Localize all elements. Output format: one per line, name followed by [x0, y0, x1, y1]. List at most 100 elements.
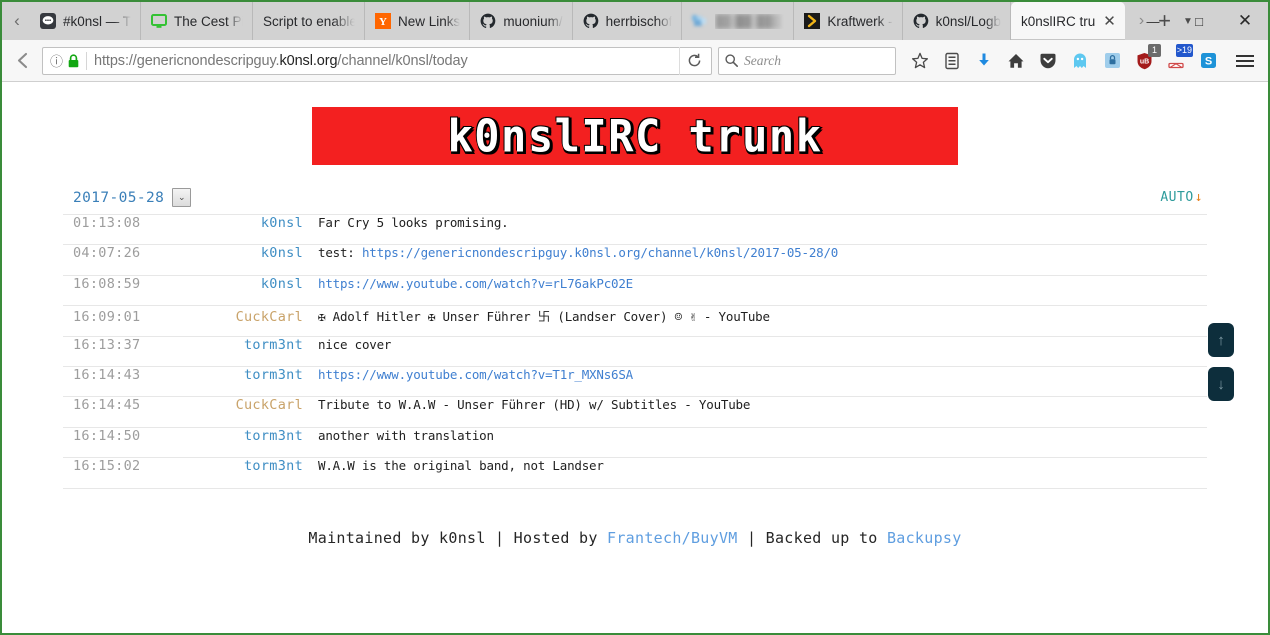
browser-tab-6[interactable]: ███████ [682, 2, 795, 40]
tab-title: The Cest Pi [174, 13, 244, 29]
github-icon [913, 13, 929, 29]
browser-tab-4[interactable]: muonium/ [470, 2, 573, 40]
svg-text:S: S [1204, 55, 1211, 67]
message-body: nice cover [318, 336, 392, 352]
bookmark-star-icon[interactable] [904, 45, 936, 77]
date-selector[interactable]: 2017-05-28 ⌄ [73, 188, 192, 207]
message-nickname[interactable]: CuckCarl [203, 309, 303, 325]
message-timestamp: 16:09:01 [73, 309, 141, 326]
arrow-down-icon: ↓ [1217, 375, 1225, 393]
browser-tab-1[interactable]: The Cest Pi [141, 2, 254, 40]
log-header: 2017-05-28 ⌄ AUTO ↓ [63, 188, 1207, 215]
selected-date[interactable]: 2017-05-28 [73, 190, 164, 206]
tab-title: k0nsl/Logb [935, 13, 1001, 29]
page-footer: Maintained by k0nsl | Hosted by Frantech… [63, 529, 1207, 547]
message-link[interactable]: https://genericnondescripguy.k0nsl.org/c… [362, 245, 838, 260]
browser-tab-9[interactable]: k0nslIRC tru ✕ [1010, 2, 1125, 40]
chat-bubble-icon [40, 13, 56, 29]
log-row: 16:13:37 torm3nt nice cover [63, 337, 1207, 367]
message-timestamp: 04:07:26 [73, 245, 141, 262]
mail-notifier-icon[interactable]: >19 [1160, 43, 1193, 77]
svg-text:uB: uB [1139, 58, 1148, 65]
reader-list-icon[interactable] [936, 45, 968, 77]
tab-scroll-left-button[interactable]: ‹ [4, 2, 30, 40]
message-nickname[interactable]: torm3nt [203, 337, 303, 353]
search-icon [725, 54, 738, 67]
lastpass-icon[interactable] [1096, 45, 1128, 77]
message-link[interactable]: https://www.youtube.com/watch?v=T1r_MXNs… [318, 367, 633, 382]
message-text: Far Cry 5 looks promising. [303, 215, 1207, 230]
browser-window: ‹ #k0nsl — T The Cest Pi Script to enable Y… [0, 0, 1270, 635]
message-timestamp: 16:08:59 [73, 275, 141, 292]
tab-title: ███████ [715, 13, 785, 29]
badge-count: >19 [1175, 43, 1193, 57]
arrow-down-icon: ↓ [1194, 190, 1203, 205]
close-window-button[interactable]: ✕ [1222, 2, 1268, 40]
navigation-toolbar: ⓘ https://genericnondescripguy.k0nsl.org… [2, 40, 1268, 82]
blurred-icon [692, 13, 708, 29]
message-nickname[interactable]: k0nsl [203, 215, 303, 231]
url-bar[interactable]: ⓘ https://genericnondescripguy.k0nsl.org… [42, 46, 712, 75]
message-nickname[interactable]: k0nsl [203, 276, 303, 292]
lock-icon[interactable] [68, 53, 79, 68]
message-text: ✠ Adolf Hitler ✠ Unser Führer 卐 (Landser… [303, 306, 1207, 325]
message-link[interactable]: https://www.youtube.com/watch?v=rL76akPc… [318, 276, 633, 291]
chevron-down-icon[interactable]: ⌄ [172, 188, 192, 207]
minimize-button[interactable]: — [1130, 2, 1176, 40]
browser-tab-0[interactable]: #k0nsl — T [30, 2, 142, 40]
tab-title: k0nslIRC tru [1020, 13, 1096, 29]
scroll-to-bottom-button[interactable]: ↓ [1208, 367, 1234, 401]
auto-scroll-label: AUTO [1160, 190, 1194, 205]
home-icon[interactable] [1000, 45, 1032, 77]
browser-tab-3[interactable]: Y New Links [365, 2, 471, 40]
tab-list: #k0nsl — T The Cest Pi Script to enable Y Ne… [30, 2, 1125, 40]
tab-title: herrbischof [605, 13, 673, 29]
arrow-up-icon: ↑ [1217, 331, 1225, 349]
log-row: 16:14:43 torm3nt https://www.youtube.com/w… [63, 367, 1207, 398]
ghostery-icon[interactable] [1064, 45, 1096, 77]
ublock-origin-icon[interactable]: uB 1 [1128, 43, 1161, 77]
message-timestamp: 16:13:37 [73, 336, 141, 353]
hamburger-menu-icon[interactable] [1228, 45, 1262, 77]
close-icon[interactable]: ✕ [1103, 14, 1116, 29]
svg-text:Y: Y [379, 16, 387, 28]
skype-icon[interactable]: S [1192, 45, 1224, 77]
tab-title: New Links [398, 13, 461, 29]
tab-title: muonium/ [503, 13, 563, 29]
message-nickname[interactable]: torm3nt [203, 458, 303, 474]
pocket-icon[interactable] [1032, 45, 1064, 77]
message-nickname[interactable]: CuckCarl [203, 397, 303, 413]
message-text: another with translation [303, 428, 1207, 443]
browser-tab-2[interactable]: Script to enable [253, 2, 366, 40]
github-icon [583, 13, 599, 29]
auto-scroll-toggle[interactable]: AUTO ↓ [1160, 190, 1203, 205]
message-body: ✠ Adolf Hitler ✠ Unser Führer 卐 (Landser… [318, 309, 770, 325]
kraftwerk-icon [804, 13, 821, 29]
message-body: Tribute to W.A.W - Unser Führer (HD) w/ … [318, 397, 751, 413]
search-bar[interactable]: Search [718, 46, 896, 75]
message-body: Far Cry 5 looks promising. [318, 215, 509, 230]
maximize-button[interactable]: □ [1176, 2, 1222, 40]
browser-tab-8[interactable]: k0nsl/Logb [903, 2, 1011, 40]
toolbar-icon-group: uB 1 >19 S [904, 43, 1224, 77]
reload-button[interactable] [679, 46, 709, 75]
downloads-icon[interactable] [968, 45, 1000, 77]
monitor-icon [151, 13, 168, 29]
log-row: 16:15:02 torm3nt W.A.W is the original ban… [63, 458, 1207, 489]
scroll-to-top-button[interactable]: ↑ [1208, 323, 1234, 357]
search-input[interactable]: Search [744, 53, 781, 69]
site-info-icon[interactable]: ⓘ [50, 51, 63, 70]
message-nickname[interactable]: torm3nt [203, 367, 303, 383]
message-nickname[interactable]: k0nsl [203, 245, 303, 261]
message-text: Tribute to W.A.W - Unser Führer (HD) w/ … [303, 397, 1207, 412]
back-button[interactable] [8, 46, 38, 76]
message-timestamp: 16:15:02 [73, 458, 141, 475]
message-nickname[interactable]: torm3nt [203, 428, 303, 444]
browser-tab-7[interactable]: Kraftwerk - [794, 2, 903, 40]
log-row-list: 01:13:08 k0nsl Far Cry 5 looks promising. 0… [63, 215, 1207, 489]
message-timestamp: 01:13:08 [73, 215, 141, 231]
footer-link-frantech[interactable]: Frantech/BuyVM [607, 529, 738, 547]
log-row: 16:14:45 CuckCarl Tribute to W.A.W - Unser… [63, 397, 1207, 428]
browser-tab-5[interactable]: herrbischof [573, 2, 683, 40]
footer-link-backupsy[interactable]: Backupsy [887, 529, 962, 547]
